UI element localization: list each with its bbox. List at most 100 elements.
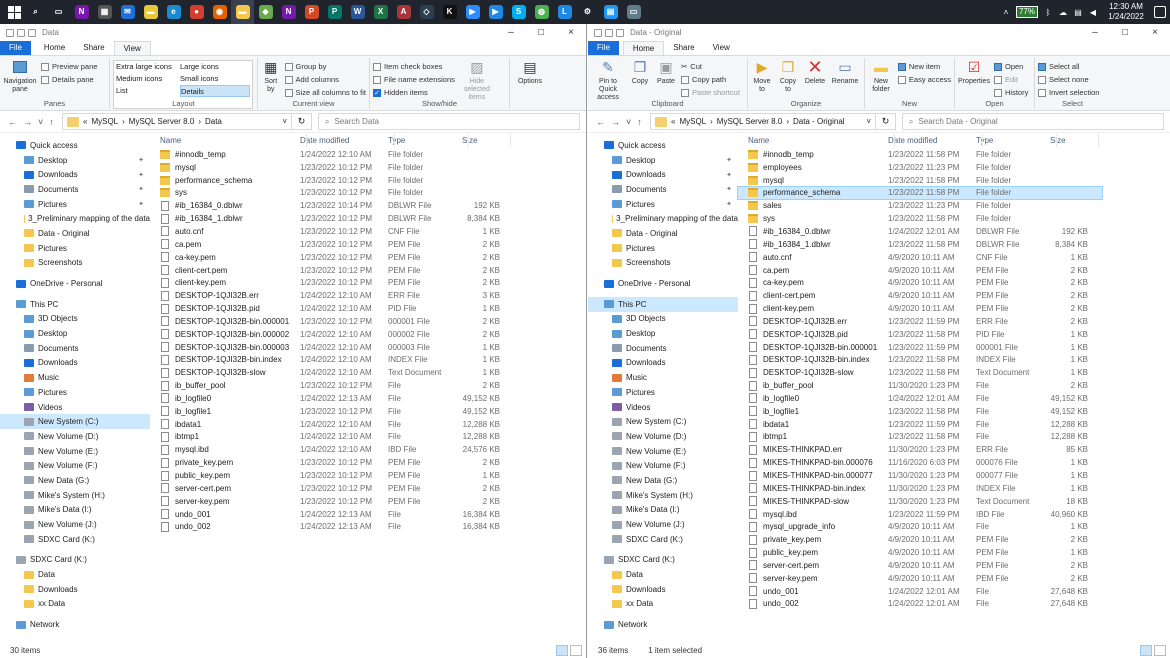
file-row[interactable]: server-key.pem 1/23/2022 10:12 PM PEM File… [150,495,514,508]
up-arrow-icon[interactable]: ↑ [637,117,642,127]
column-divider[interactable] [510,134,511,147]
select-none-button[interactable]: Select none [1038,74,1099,86]
file-row[interactable]: DESKTOP-1QJI32B-bin.000002 1/24/2022 12:1… [150,328,514,341]
tab-file[interactable]: File [588,41,619,55]
file-row[interactable]: sales 1/23/2022 11:23 PM File folder [738,199,1102,212]
file-row[interactable]: performance_schema 1/23/2022 10:12 PM File… [150,174,514,187]
column-divider[interactable] [394,134,395,147]
tab-view[interactable]: View [113,41,151,55]
breadcrumb-item[interactable]: MySQL [91,117,118,126]
file-row[interactable]: server-key.pem 4/9/2020 10:11 AM PEM File 2… [738,572,1102,585]
column-size[interactable]: Size [458,136,500,145]
file-row[interactable]: undo_001 1/24/2022 12:01 AM File 27,648 KB [738,585,1102,598]
address-bar[interactable]: « MySQL › MySQL Server 8.0 › Data - Origin… [650,113,876,130]
word-icon[interactable]: W [346,0,369,24]
file-row[interactable]: employees 1/23/2022 11:23 PM File folder [738,161,1102,174]
access-icon[interactable]: A [392,0,415,24]
nav-item[interactable]: New Volume (D:) [0,429,150,444]
chevron-down-icon[interactable]: ˅ [866,117,871,126]
file-row[interactable]: DESKTOP-1QJI32B-slow 1/23/2022 11:58 PM Te… [738,366,1102,379]
file-row[interactable]: MIKES-THINKPAD-bin.index 11/30/2020 1:23 … [738,482,1102,495]
file-row[interactable]: DESKTOP-1QJI32B-bin.index 1/24/2022 12:10… [150,354,514,367]
nav-item[interactable]: Desktop ✦ [0,153,150,168]
app-icon[interactable]: ◆ [254,0,277,24]
file-row[interactable]: private_key.pem 1/23/2022 10:12 PM PEM Fil… [150,456,514,469]
nav-item[interactable]: Downloads [0,582,150,597]
file-row[interactable]: undo_002 1/24/2022 12:01 AM File 27,648 KB [738,598,1102,611]
nav-item[interactable]: Pictures [588,241,738,256]
add-columns-button[interactable]: Add columns [284,74,366,86]
nav-item[interactable]: Mike's System (H:) [0,488,150,503]
powerpoint-icon[interactable]: P [300,0,323,24]
nav-item[interactable]: This PC [0,297,150,312]
hidden-items-toggle[interactable]: ✓ Hidden items [373,87,455,99]
nav-item[interactable]: 3D Objects [0,312,150,327]
nav-item[interactable]: Downloads [588,582,738,597]
file-row[interactable]: #innodb_temp 1/24/2022 12:10 AM File folde… [150,148,514,161]
pin-icon[interactable]: ✦ [138,156,144,164]
pin-icon[interactable]: ✦ [138,200,144,208]
nav-item[interactable]: New System (C:) [588,414,738,429]
nav-item[interactable]: Network [588,617,738,632]
file-row[interactable]: undo_002 1/24/2022 12:13 AM File 16,384 KB [150,520,514,533]
minimize-button[interactable]: – [1080,27,1110,38]
cloud-icon[interactable]: ☁ [1058,7,1068,17]
open-button[interactable]: Open [994,61,1028,73]
breadcrumb-separator-icon[interactable]: › [198,117,201,126]
nav-item[interactable]: Downloads [0,356,150,371]
nav-item[interactable]: Documents [588,341,738,356]
file-row[interactable]: server-cert.pem 4/9/2020 10:11 AM PEM File… [738,559,1102,572]
file-row[interactable]: DESKTOP-1QJI32B.err 1/23/2022 11:59 PM ERR… [738,315,1102,328]
nav-item[interactable]: New Data (G:) [0,473,150,488]
nav-item[interactable]: Desktop ✦ [588,153,738,168]
file-name-extensions-toggle[interactable]: File name extensions [373,74,455,86]
search-icon[interactable]: ⌕ [24,0,47,24]
nav-item[interactable]: xx Data [588,597,738,612]
column-type[interactable]: Type [384,136,458,145]
file-row[interactable]: DESKTOP-1QJI32B-bin.000001 1/23/2022 11:5… [738,341,1102,354]
search-box[interactable]: ⌕ Search Data [318,113,580,130]
nav-item[interactable]: New Volume (J:) [588,517,738,532]
options-button[interactable]: ▤ Options [513,58,547,109]
nav-item[interactable]: 3D Objects [588,312,738,327]
file-row[interactable]: #ib_16384_1.dblwr 1/23/2022 11:58 PM DBLWR… [738,238,1102,251]
nav-item[interactable]: SDXC Card (K:) [588,553,738,568]
maximize-button[interactable]: □ [1110,27,1140,38]
layout-small-icons[interactable]: Small icons [180,73,250,85]
pin-icon[interactable]: ✦ [726,156,732,164]
large-icons-view-icon[interactable] [1154,645,1166,656]
nav-item[interactable]: Data - Original [0,226,150,241]
nav-item[interactable]: Mike's Data (I:) [0,503,150,518]
file-row[interactable]: DESKTOP-1QJI32B-bin.index 1/23/2022 11:58… [738,354,1102,367]
layout-large-icons[interactable]: Large icons [180,61,250,73]
file-row[interactable]: sys 1/23/2022 10:12 PM File folder [150,187,514,200]
file-row[interactable]: MIKES-THINKPAD.err 11/30/2020 1:23 PM ERR … [738,443,1102,456]
onenote-icon[interactable]: N [70,0,93,24]
refresh-button[interactable]: ↻ [292,113,312,130]
firefox-icon[interactable]: ◉ [208,0,231,24]
app4-icon[interactable]: ▶ [484,0,507,24]
nav-item[interactable]: Music [0,370,150,385]
file-row[interactable]: #ib_16384_0.dblwr 1/24/2022 12:01 AM DBLWR… [738,225,1102,238]
layout-extra-large-icons[interactable]: Extra large icons [116,61,180,73]
file-row[interactable]: ib_logfile0 1/24/2022 12:13 AM File 49,152 … [150,392,514,405]
nav-item[interactable]: Desktop [0,326,150,341]
edit-button[interactable]: Edit [994,74,1028,86]
nav-item[interactable]: Pictures ✦ [0,197,150,212]
up-arrow-icon[interactable]: ↑ [49,117,54,127]
invert-selection-button[interactable]: Invert selection [1038,87,1099,99]
file-explorer-icon[interactable]: ▬ [231,0,254,24]
edge-icon[interactable]: e [162,0,185,24]
size-all-columns-button[interactable]: Size all columns to fit [284,87,366,99]
chevron-down-icon[interactable]: ˅ [626,117,631,127]
file-row[interactable]: private_key.pem 4/9/2020 10:11 AM PEM File… [738,533,1102,546]
paste-shortcut-button[interactable]: Paste shortcut [681,87,740,99]
folder-icon[interactable] [28,28,36,37]
layout-details[interactable]: Details [180,85,250,97]
file-row[interactable]: ibdata1 1/24/2022 12:10 AM File 12,288 KB [150,418,514,431]
file-row[interactable]: auto.cnf 1/23/2022 10:12 PM CNF File 1 KB [150,225,514,238]
breadcrumb-item[interactable]: MySQL Server 8.0 [129,117,195,126]
file-row[interactable]: mysql 1/23/2022 11:58 PM File folder [738,174,1102,187]
nav-item[interactable]: New Volume (F:) [588,458,738,473]
nav-item[interactable]: Downloads [588,356,738,371]
